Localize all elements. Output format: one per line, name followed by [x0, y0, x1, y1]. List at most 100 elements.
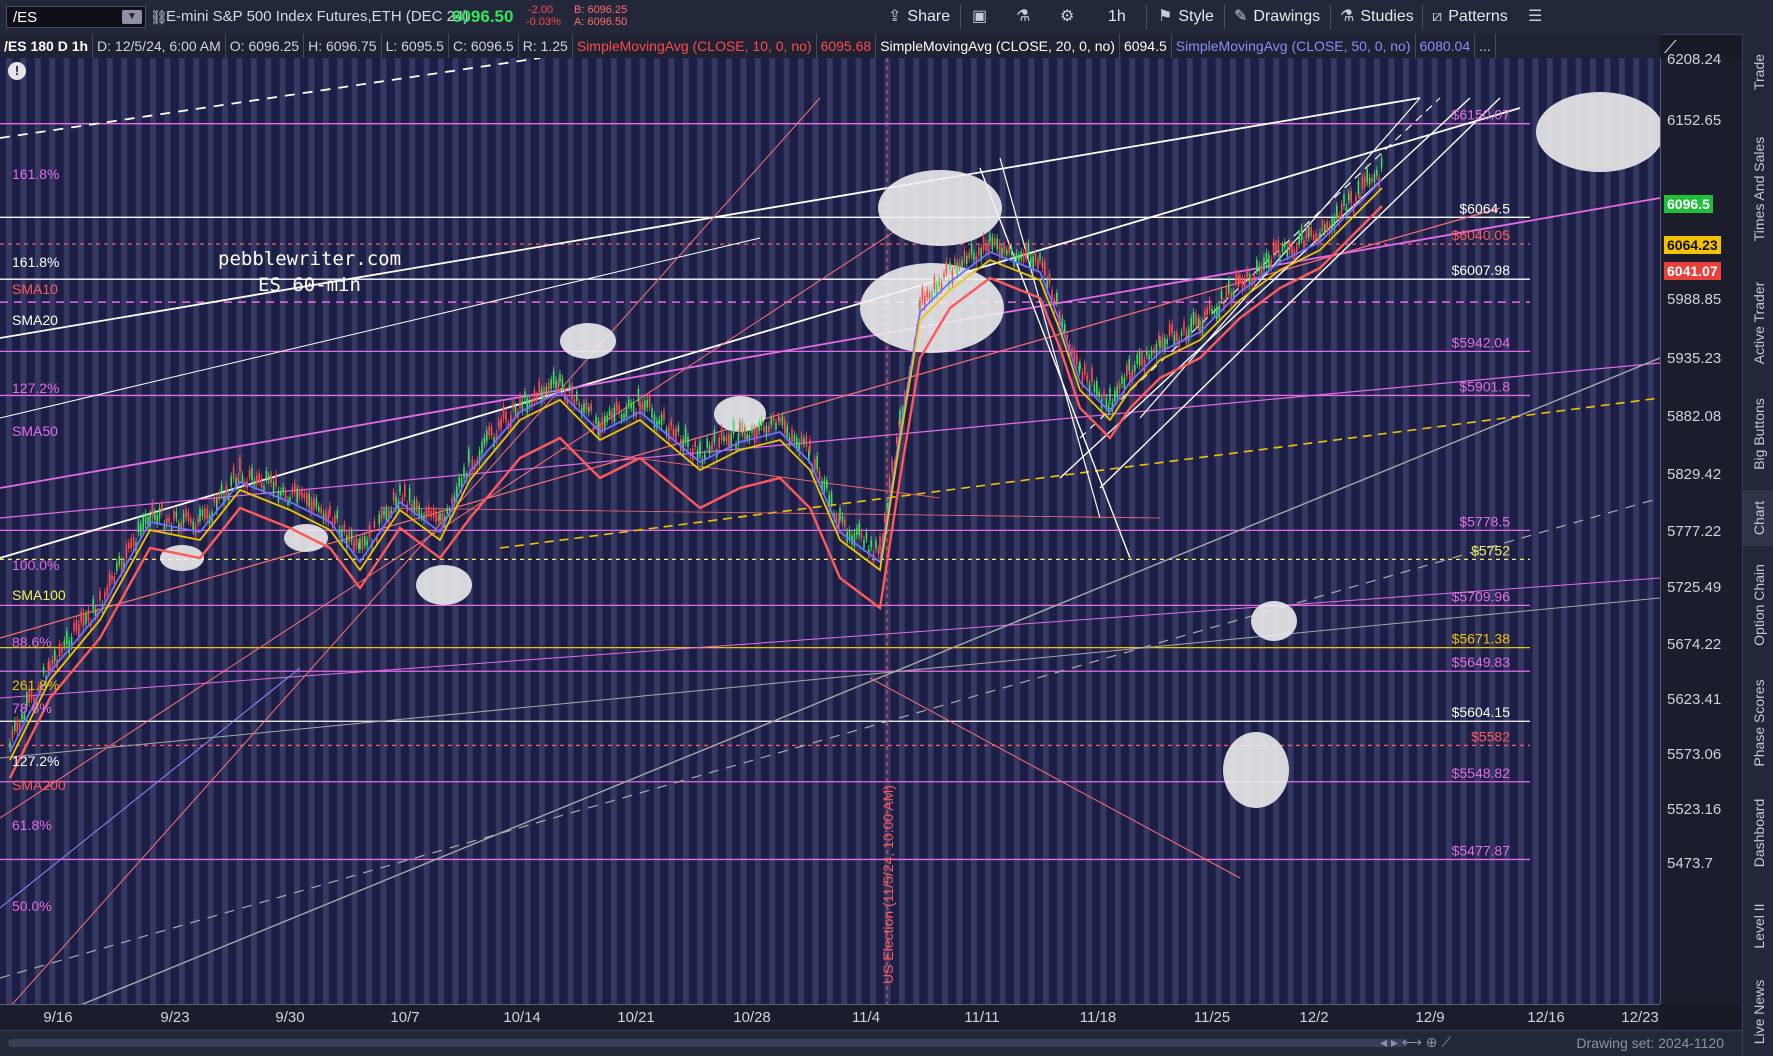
menu-button[interactable]: ☰ — [1528, 0, 1548, 34]
sidebar-tab-trade[interactable]: Trade — [1743, 34, 1773, 110]
divider — [960, 5, 961, 29]
candle-body — [275, 473, 277, 487]
studies-button[interactable]: ⚗ Studies — [1340, 0, 1414, 34]
share-button[interactable]: ⇪ Share — [888, 0, 950, 34]
style-button[interactable]: ⚑ Style — [1158, 0, 1214, 34]
candle-body — [63, 640, 66, 646]
candle-body — [606, 415, 608, 422]
candle-body — [144, 513, 147, 525]
symbol-selector[interactable]: /ES ▼ — [6, 6, 146, 28]
candle-body — [514, 406, 517, 415]
share-label: Share — [907, 8, 951, 25]
candle-body — [1371, 177, 1373, 183]
candle-body — [583, 403, 585, 413]
candle-body — [1348, 193, 1350, 201]
level-label-left: SMA10 — [12, 281, 58, 297]
candle-body — [1228, 279, 1230, 294]
chart-scrollbar[interactable] — [8, 1039, 1408, 1047]
candle-body — [1258, 265, 1260, 272]
candle-body — [718, 437, 720, 448]
price-axis[interactable]: 6208.24 6152.65 5988.85 5935.23 5882.08 5829.… — [1660, 51, 1743, 1004]
candle-body — [672, 428, 675, 437]
last-price-value: 6096.50 — [452, 7, 514, 26]
settings-button[interactable]: ⚙ — [1060, 0, 1080, 34]
candle-body — [1350, 191, 1352, 203]
sidebar-tab-chart[interactable]: Chart — [1743, 490, 1773, 546]
candle-body — [1103, 391, 1105, 397]
sidebar-tab-active-trader[interactable]: Active Trader — [1743, 268, 1773, 378]
candle-body — [770, 417, 772, 425]
level-label-left: SMA50 — [12, 423, 58, 439]
candle-body — [490, 426, 493, 436]
candle-body — [978, 247, 980, 256]
candle-body — [47, 661, 50, 674]
candle-body — [585, 401, 588, 410]
drawing-set-label[interactable]: Drawing set: 2024-1120 — [1576, 1035, 1724, 1051]
patterns-button[interactable]: ⧄ Patterns — [1432, 0, 1508, 34]
sidebar-tab-big-buttons[interactable]: Big Buttons — [1743, 378, 1773, 490]
zoom-controls[interactable]: ◂ ▸ ⟷ ⊕ ⟋ — [1380, 1034, 1451, 1051]
candle-body — [1037, 259, 1039, 269]
candle-body — [1343, 193, 1345, 207]
sma20-label[interactable]: SimpleMovingAvg (CLOSE, 20, 0, no) — [876, 34, 1120, 58]
candle-body — [830, 493, 833, 504]
sidebar-tab-times-and-sales[interactable]: Times And Sales — [1743, 110, 1773, 268]
timeframe-button[interactable]: 1h — [1108, 0, 1126, 34]
pencil-icon: ✎ — [1234, 8, 1248, 25]
sidebar-tab-live-news[interactable]: Live News — [1743, 968, 1773, 1056]
candle-body — [588, 406, 590, 413]
candle-body — [599, 424, 601, 436]
sma20-value: 6094.5 — [1120, 34, 1172, 58]
flask-button[interactable]: ⚗ — [1016, 0, 1036, 34]
candle-body — [1298, 233, 1300, 245]
candle-body — [1084, 363, 1086, 375]
snapshot-button[interactable]: ▣ — [972, 0, 993, 34]
more-studies[interactable]: ... — [1475, 34, 1496, 58]
sma50-value: 6080.04 — [1416, 34, 1476, 58]
candle-body — [1008, 246, 1010, 254]
candle-body — [1204, 310, 1206, 319]
candle-body — [265, 470, 268, 480]
sidebar-tab-dashboard[interactable]: Dashboard — [1743, 782, 1773, 884]
drawings-button[interactable]: ✎ Drawings — [1234, 0, 1320, 34]
candle-body — [526, 398, 528, 413]
alert-icon[interactable]: ! — [8, 62, 26, 80]
chevron-down-icon[interactable]: ▼ — [122, 10, 142, 24]
candle-body — [1006, 249, 1008, 256]
price-tick: 5523.16 — [1667, 800, 1722, 818]
candle-body — [366, 540, 368, 546]
drawings-label: Drawings — [1253, 8, 1321, 25]
candle-body — [190, 518, 192, 524]
time-axis[interactable]: 9/16 9/23 9/30 10/7 10/14 10/21 10/28 11/4 11/11… — [0, 1004, 1660, 1031]
candle-body — [668, 427, 670, 441]
candle-body — [1300, 227, 1303, 240]
sma50-label[interactable]: SimpleMovingAvg (CLOSE, 50, 0, no) — [1172, 34, 1416, 58]
candle-body — [399, 485, 401, 493]
sidebar-tab-option-chain[interactable]: Option Chain — [1743, 546, 1773, 664]
time-tick: 12/9 — [1415, 1009, 1445, 1026]
sidebar-tab-label: Phase Scores — [1750, 679, 1767, 767]
candle-body — [775, 422, 777, 430]
price-tick: 5988.85 — [1667, 291, 1722, 309]
candle-body — [663, 410, 665, 421]
candle-body — [58, 644, 61, 657]
price-chart[interactable]: $6150.07 $6064.5 $6040.05 $6007.98 $5942.04 $… — [0, 58, 1660, 1004]
level-label-left: 261.8% — [12, 677, 59, 693]
chart-canvas[interactable]: $6150.07 $6064.5 $6040.05 $6007.98 $5942.04 $… — [0, 58, 1660, 1004]
sidebar-tab-phase-scores[interactable]: Phase Scores — [1743, 664, 1773, 782]
candle-body — [938, 278, 940, 287]
sma10-label[interactable]: SimpleMovingAvg (CLOSE, 10, 0, no) — [573, 34, 817, 58]
sidebar-tab-level-ii[interactable]: Level II — [1743, 884, 1773, 968]
candle-body — [380, 510, 383, 519]
candle-body — [1326, 221, 1328, 232]
candle-body — [1025, 245, 1027, 259]
candle-body — [684, 427, 687, 442]
studies-label: Studies — [1360, 8, 1414, 25]
candle-body — [199, 508, 201, 522]
candle-body — [1220, 290, 1223, 300]
candle-body — [51, 659, 54, 665]
candle-body — [660, 414, 663, 426]
session-stripe — [1633, 58, 1640, 1004]
candle-body — [1128, 358, 1130, 372]
candle-body — [618, 405, 620, 414]
